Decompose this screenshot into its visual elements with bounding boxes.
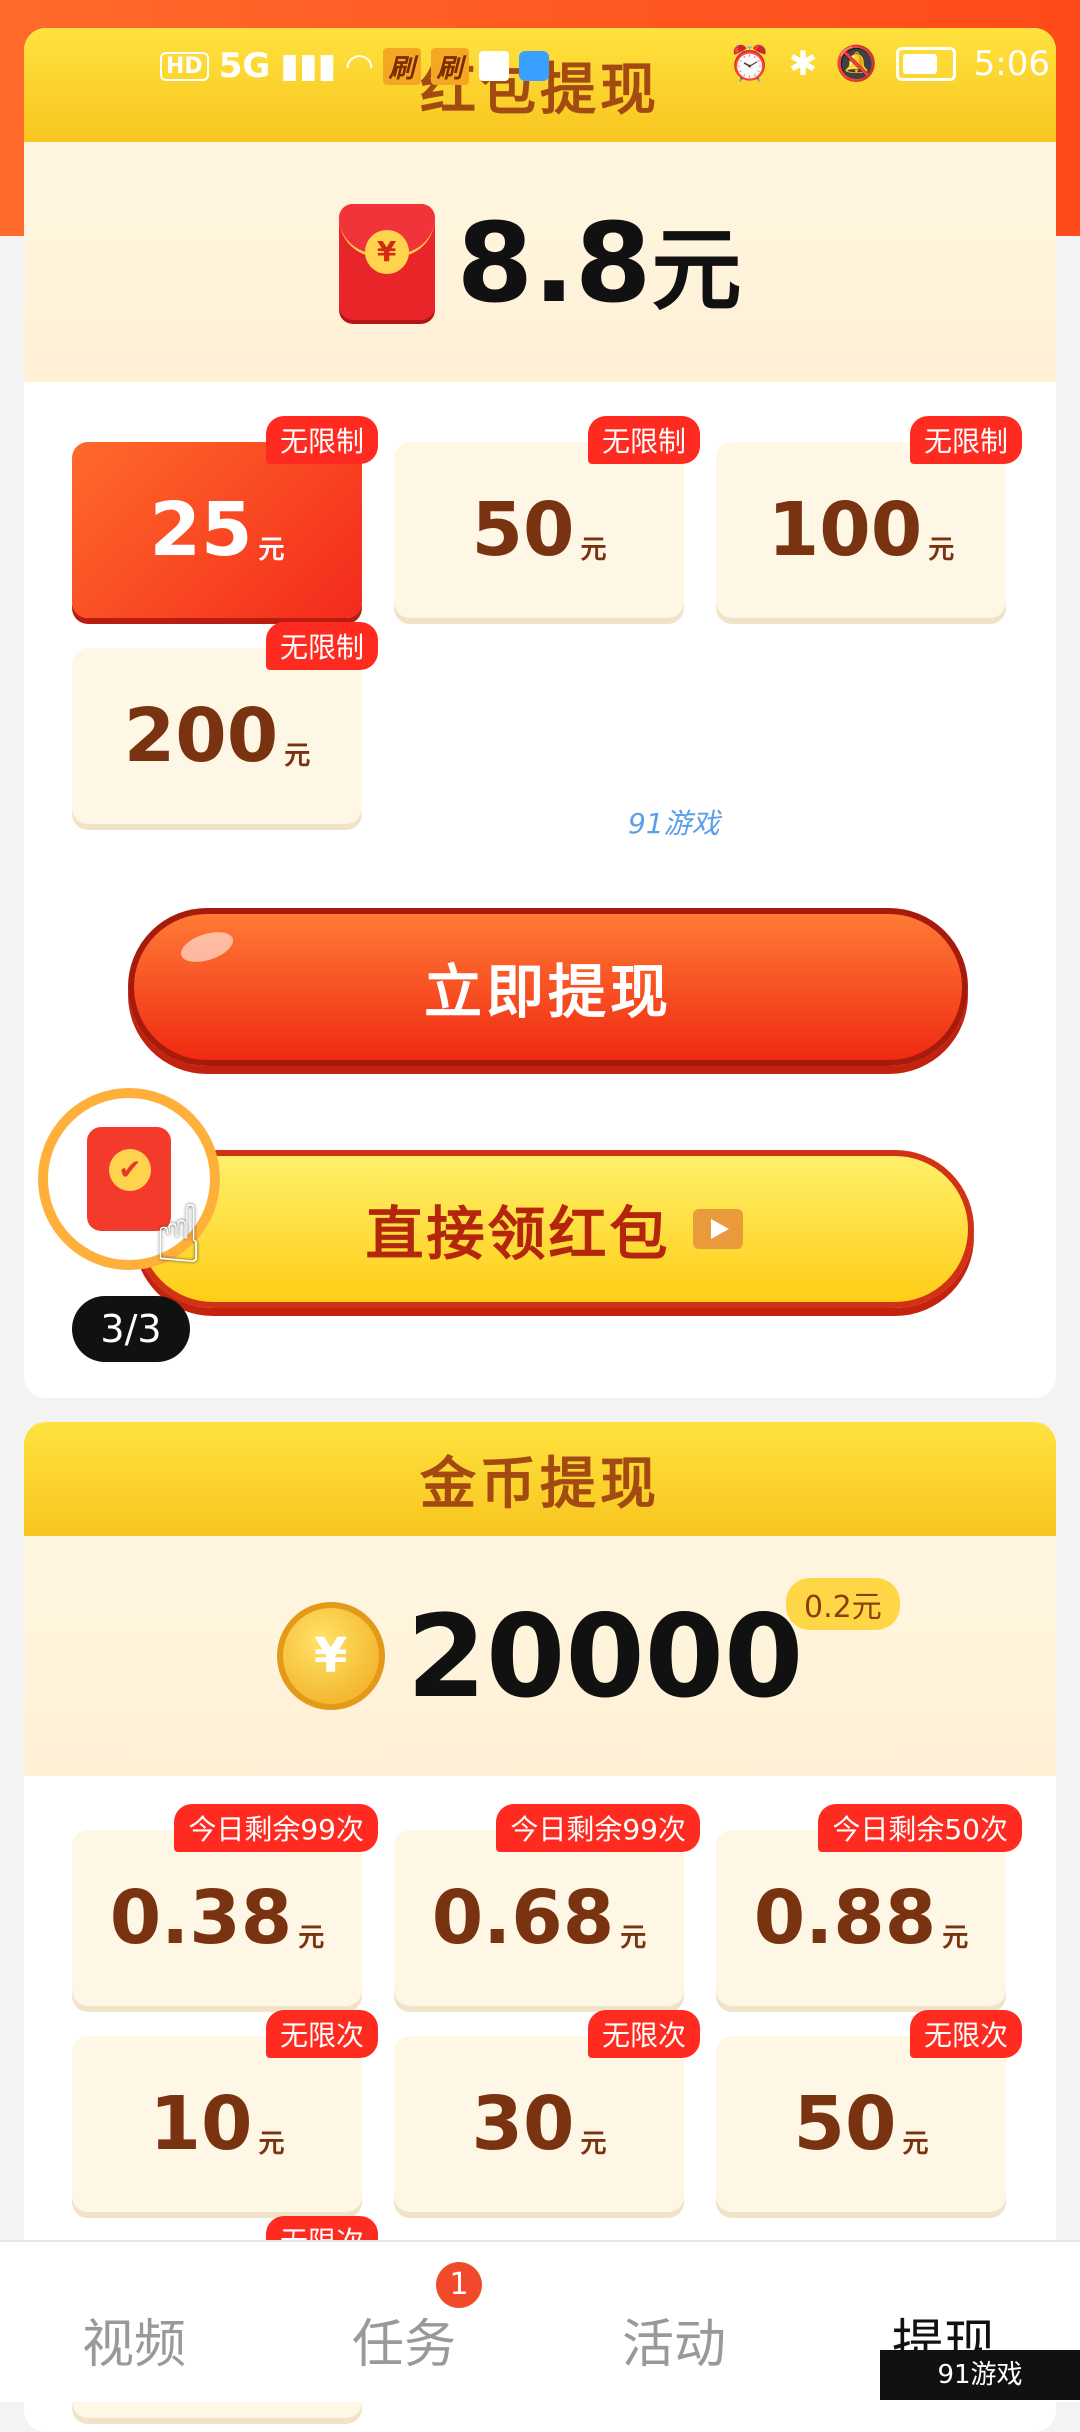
- button-shine: [177, 926, 237, 968]
- option-tag: 无限次: [587, 2010, 700, 2058]
- redpacket-option-100[interactable]: 无限制 100 元: [716, 416, 1022, 618]
- option-tag: 无限制: [265, 622, 378, 670]
- wifi-icon: ◠: [346, 46, 373, 86]
- bluetooth-icon: ✱: [788, 44, 818, 84]
- option-tag: 无限次: [909, 2010, 1022, 2058]
- redpacket-counter: 3/3: [72, 1296, 190, 1362]
- option-tag: 今日剩余50次: [818, 1804, 1022, 1852]
- coin-option-0-88[interactable]: 今日剩余50次 0.88 元: [716, 1804, 1022, 2006]
- status-right: ⏰ ✱ 🔕 5:06: [728, 44, 1050, 84]
- option-value: 100: [767, 487, 923, 573]
- signal-icon: ▮▮▮: [280, 46, 337, 86]
- claim-redpacket-button[interactable]: 直接领红包: [134, 1150, 974, 1308]
- hd-indicator: HD: [160, 51, 209, 81]
- redpacket-amount-unit: 元: [651, 218, 742, 323]
- option-unit: 元: [620, 1922, 647, 1953]
- redpacket-option-25[interactable]: 无限制 25 元: [72, 416, 378, 618]
- coin-value-badge: 0.2元: [786, 1578, 900, 1630]
- option-unit: 元: [258, 534, 285, 565]
- claim-redpacket-label: 直接领红包: [365, 1200, 671, 1268]
- option-value: 50: [471, 487, 575, 573]
- notification-icon: [478, 51, 509, 81]
- option-value: 0.38: [109, 1875, 293, 1961]
- coin-card-title: 金币提现: [420, 1451, 660, 1517]
- coin-option-0-68[interactable]: 今日剩余99次 0.68 元: [394, 1804, 700, 2006]
- option-unit: 元: [580, 534, 607, 565]
- site-logo: 91游戏: [880, 2350, 1080, 2400]
- option-tag: 无限制: [265, 416, 378, 464]
- coin-option-0-38[interactable]: 今日剩余99次 0.38 元: [72, 1804, 378, 2006]
- clock: 5:06: [973, 44, 1050, 84]
- coin-amount: 20000: [406, 1589, 804, 1723]
- tab-video[interactable]: 视频: [82, 2302, 186, 2377]
- mute-icon: 🔕: [835, 44, 878, 84]
- tab-activity[interactable]: 活动: [622, 2302, 726, 2377]
- redpacket-withdraw-card: 红包提现 ¥ 8.8元 无限制 25 元 无限制 50 元 无限制 100 元 无限制…: [24, 28, 1056, 1398]
- option-tag: 今日剩余99次: [174, 1804, 378, 1852]
- battery-icon: [895, 47, 956, 81]
- coin-card-header: 金币提现: [24, 1422, 1056, 1536]
- tab-tasks[interactable]: 任务: [352, 2302, 456, 2377]
- pointer-hand-icon: ☝: [154, 1188, 203, 1281]
- withdraw-now-button[interactable]: 立即提现: [128, 908, 968, 1066]
- option-unit: 元: [942, 1922, 969, 1953]
- option-tag: 无限制: [909, 416, 1022, 464]
- option-unit: 元: [298, 1922, 325, 1953]
- redpacket-amount-value: 8.8: [456, 199, 652, 327]
- play-video-icon: [692, 1209, 743, 1249]
- option-unit: 元: [902, 2128, 929, 2159]
- withdraw-now-label: 立即提现: [423, 958, 672, 1026]
- coin-option-50[interactable]: 无限次 50 元: [716, 2010, 1022, 2212]
- app-notification-icon-2: 刷: [430, 47, 469, 85]
- redpacket-amount: 8.8元: [457, 197, 742, 327]
- red-envelope-icon: ¥: [338, 204, 435, 320]
- status-left: HD 5G ▮▮▮ ◠ 刷 刷: [160, 46, 549, 86]
- option-value: 0.68: [431, 1875, 615, 1961]
- watermark: 91游戏: [628, 807, 720, 840]
- option-value: 0.88: [753, 1875, 937, 1961]
- option-unit: 元: [580, 2128, 607, 2159]
- coin-option-30[interactable]: 无限次 30 元: [394, 2010, 700, 2212]
- network-indicator: 5G: [218, 46, 271, 86]
- option-unit: 元: [284, 740, 311, 771]
- option-tag: 今日剩余99次: [496, 1804, 700, 1852]
- option-tag: 无限制: [587, 416, 700, 464]
- option-value: 50: [793, 2081, 897, 2167]
- tasks-badge: 1: [436, 2262, 482, 2308]
- coin-option-10[interactable]: 无限次 10 元: [72, 2010, 378, 2212]
- option-value: 30: [471, 2081, 575, 2167]
- option-value: 25: [149, 487, 253, 573]
- option-value: 10: [149, 2081, 253, 2167]
- cloud-icon: [518, 51, 549, 81]
- option-value: 200: [123, 693, 279, 779]
- alarm-icon: ⏰: [728, 44, 771, 84]
- redpacket-option-50[interactable]: 无限制 50 元: [394, 416, 700, 618]
- option-tag: 无限次: [265, 2010, 378, 2058]
- app-notification-icon: 刷: [382, 47, 421, 85]
- status-bar: HD 5G ▮▮▮ ◠ 刷 刷 ⏰ ✱ 🔕 5:06: [0, 40, 1080, 96]
- coin-balance: ¥ 20000 0.2元: [24, 1536, 1056, 1776]
- option-unit: 元: [928, 534, 955, 565]
- redpacket-balance: ¥ 8.8元: [24, 142, 1056, 382]
- gold-coin-icon: ¥: [276, 1602, 385, 1710]
- redpacket-option-200[interactable]: 无限制 200 元: [72, 622, 378, 824]
- option-unit: 元: [258, 2128, 285, 2159]
